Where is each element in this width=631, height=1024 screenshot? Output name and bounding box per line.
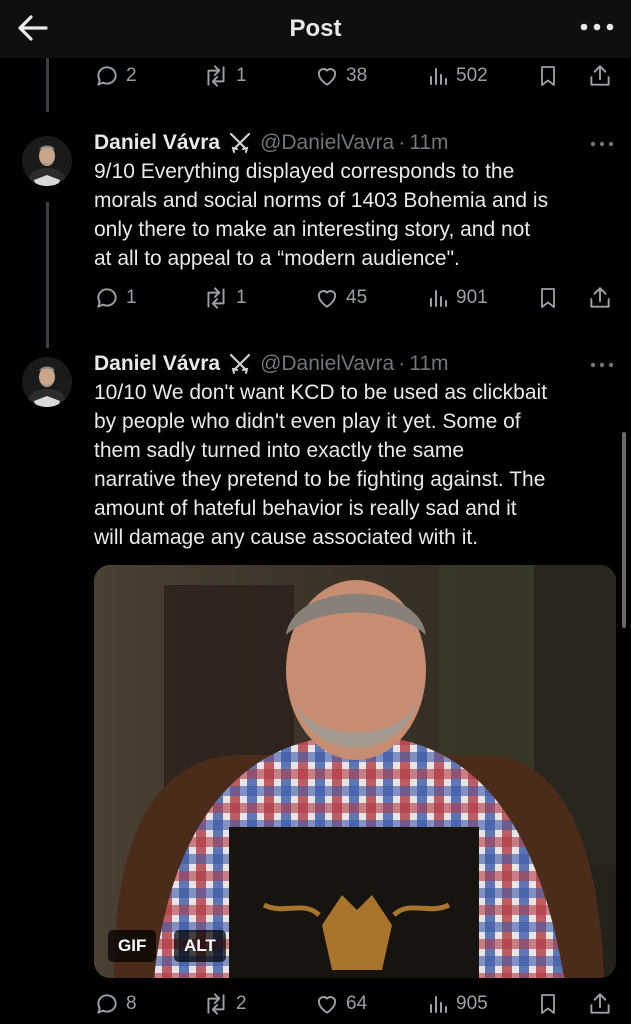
reply-count: 1 (126, 287, 137, 308)
tweet-text-line: morals and social norms of 1403 Bohemia … (94, 189, 549, 212)
scrollbar[interactable] (622, 432, 626, 628)
bookmark-button[interactable] (536, 991, 560, 1017)
crossed-swords-icon (229, 353, 251, 374)
author-handle[interactable]: @DanielVavra (260, 352, 394, 376)
reply-count: 8 (126, 993, 137, 1014)
bookmark-icon (541, 66, 555, 86)
timestamp[interactable]: 11m (409, 352, 448, 376)
author-name[interactable]: Daniel Vávra (94, 352, 220, 376)
tweet-text-line: narrative they pretend to be fighting ag… (94, 468, 546, 491)
tweet-text-line: by people who didn't even play it yet. S… (94, 410, 521, 433)
repost-count: 1 (236, 287, 247, 308)
author-name[interactable]: Daniel Vávra (94, 131, 220, 155)
tweet-actions: 1 1 45 901 (94, 281, 624, 315)
thread-connector-line (46, 202, 49, 348)
bookmark-icon (541, 288, 555, 308)
repost-button[interactable]: 1 (202, 63, 247, 89)
page-title: Post (289, 15, 342, 42)
share-icon (590, 287, 610, 308)
top-bar: Post (0, 0, 631, 58)
arrow-left-icon[interactable] (14, 9, 52, 47)
avatar[interactable] (22, 357, 72, 407)
tweet-text-line: amount of hateful behavior is really sad… (94, 497, 517, 520)
tweet-text-line: them sadly turned into exactly the same (94, 439, 465, 462)
views-bar-chart-icon (430, 68, 447, 85)
reply-button[interactable]: 8 (94, 991, 137, 1017)
previous-tweet-actions: 2 1 38 502 (94, 59, 624, 93)
more-horizontal-icon[interactable] (579, 18, 615, 36)
views-bar-chart-icon (430, 290, 447, 307)
like-button[interactable]: 38 (314, 63, 367, 89)
tweet-media-gif[interactable]: GIF ALT (94, 565, 616, 978)
crossed-swords-icon (229, 132, 251, 153)
reply-icon (97, 994, 117, 1014)
repost-count: 2 (236, 993, 247, 1014)
repost-icon (207, 287, 225, 309)
like-button[interactable]: 64 (314, 991, 367, 1017)
share-button[interactable] (587, 285, 613, 311)
separator-dot: · (398, 352, 406, 375)
share-button[interactable] (587, 991, 613, 1017)
reply-button[interactable]: 2 (94, 63, 137, 89)
repost-count: 1 (236, 65, 247, 86)
reply-button[interactable]: 1 (94, 285, 137, 311)
share-icon (590, 993, 610, 1014)
heart-icon (317, 996, 337, 1014)
bookmark-button[interactable] (536, 285, 560, 311)
like-count: 64 (346, 993, 368, 1014)
separator-dot: · (398, 131, 406, 154)
gif-thumbnail (94, 565, 616, 978)
tweet-more-icon[interactable] (589, 139, 615, 149)
share-button[interactable] (587, 63, 613, 89)
timestamp[interactable]: 11m (409, 131, 448, 155)
gif-badge[interactable]: GIF (108, 930, 157, 962)
reply-icon (97, 66, 117, 86)
repost-icon (207, 993, 225, 1015)
views-count: 905 (456, 993, 488, 1014)
views-button[interactable]: 905 (426, 991, 488, 1017)
bookmark-icon (541, 994, 555, 1014)
views-count: 901 (456, 287, 488, 308)
thread-connector-line (46, 58, 49, 112)
views-count: 502 (456, 65, 488, 86)
alt-text-badge[interactable]: ALT (174, 930, 226, 962)
like-count: 45 (346, 287, 368, 308)
tweet-text-line: 10/10 We don't want KCD to be used as cl… (94, 381, 548, 404)
tweet-more-icon[interactable] (589, 360, 615, 370)
tweet-text-line: 9/10 Everything displayed corresponds to… (94, 160, 515, 183)
repost-icon (207, 65, 225, 87)
tweet-actions: 8 2 64 905 (94, 987, 624, 1021)
avatar[interactable] (22, 136, 72, 186)
repost-button[interactable]: 2 (202, 991, 247, 1017)
bookmark-button[interactable] (536, 63, 560, 89)
tweet-text-line: only there to make an interesting story,… (94, 218, 531, 241)
views-button[interactable]: 901 (426, 285, 488, 311)
heart-icon (317, 68, 337, 86)
views-button[interactable]: 502 (426, 63, 488, 89)
share-icon (590, 65, 610, 86)
tweet-text: 9/10 Everything displayed corresponds to… (94, 157, 614, 273)
like-button[interactable]: 45 (314, 285, 367, 311)
reply-count: 2 (126, 65, 137, 86)
views-bar-chart-icon (430, 996, 447, 1013)
author-handle[interactable]: @DanielVavra (260, 131, 394, 155)
repost-button[interactable]: 1 (202, 285, 247, 311)
reply-icon (97, 288, 117, 308)
tweet-text: 10/10 We don't want KCD to be used as cl… (94, 378, 614, 552)
heart-icon (317, 290, 337, 308)
like-count: 38 (346, 65, 368, 86)
tweet-text-line: will damage any cause associated with it… (94, 526, 479, 549)
tweet-text-line: at all to appeal to a “modern audience". (94, 247, 460, 270)
tweet-header: Daniel Vávra @DanielVavra · 11m (94, 349, 449, 379)
tweet-header: Daniel Vávra @DanielVavra · 11m (94, 128, 449, 158)
